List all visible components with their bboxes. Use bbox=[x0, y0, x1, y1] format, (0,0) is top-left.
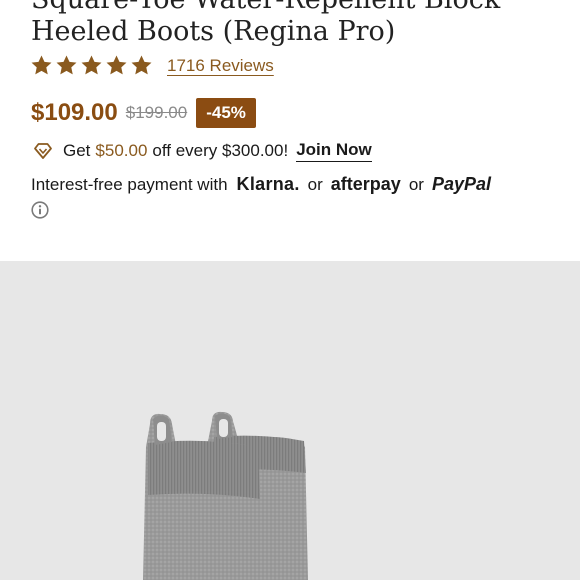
star-icon bbox=[31, 55, 52, 75]
payment-options: Interest-free payment with Klarna. or af… bbox=[31, 174, 491, 195]
star-icon bbox=[106, 55, 127, 75]
payment-label: Interest-free payment with bbox=[31, 174, 228, 194]
star-icon bbox=[56, 55, 77, 75]
promo-suffix: off every $300.00! bbox=[152, 141, 289, 160]
or-separator: or bbox=[408, 174, 424, 194]
reviews-link[interactable]: 1716 Reviews bbox=[167, 56, 274, 76]
join-now-link[interactable]: Join Now bbox=[296, 140, 372, 162]
promo-amount: $50.00 bbox=[95, 141, 148, 160]
afterpay-logo[interactable]: afterpay bbox=[331, 174, 401, 195]
klarna-logo[interactable]: Klarna. bbox=[237, 174, 300, 195]
or-separator: or bbox=[307, 174, 323, 194]
rating-row: 1716 Reviews bbox=[30, 54, 274, 77]
paypal-logo[interactable]: PayPal bbox=[432, 174, 491, 195]
diamond-icon bbox=[34, 143, 52, 159]
price-row: $109.00 $199.00 -45% bbox=[31, 98, 256, 128]
membership-promo: Get $50.00 off every $300.00! Join Now bbox=[33, 140, 372, 162]
star-rating bbox=[30, 54, 153, 77]
boots-illustration bbox=[143, 411, 308, 580]
product-title: Square-Toe Water-Repellent Block Heeled … bbox=[31, 0, 500, 47]
product-image[interactable] bbox=[0, 261, 580, 580]
original-price: $199.00 bbox=[125, 103, 188, 122]
sale-price: $109.00 bbox=[31, 99, 118, 126]
star-icon bbox=[131, 55, 152, 75]
discount-badge: -45% bbox=[196, 98, 256, 128]
star-icon bbox=[81, 55, 102, 75]
promo-prefix: Get bbox=[63, 141, 91, 160]
info-icon[interactable] bbox=[31, 201, 49, 219]
